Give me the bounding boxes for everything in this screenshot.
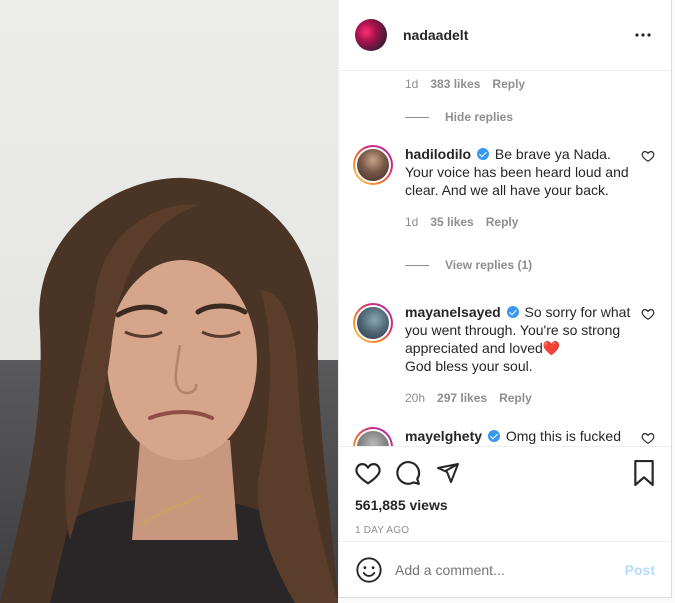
comment-button[interactable] [395,453,435,493]
like-button[interactable] [355,453,395,493]
comment-likes[interactable]: 383 likes [430,77,480,91]
bookmark-icon [634,460,654,486]
comment-item: mayanelsayed So sorry for what you went … [353,303,655,407]
post-video[interactable] [0,0,338,603]
view-replies-label: View replies (1) [445,258,533,272]
comment-input[interactable] [395,562,625,578]
commenter-username[interactable]: mayelghety [405,428,482,444]
comments-list[interactable]: 1d 383 likes Reply Hide replies hadilodi… [339,71,671,446]
comment-body-text: Omg this is fucked [505,428,621,444]
comment-icon [396,461,421,485]
share-icon [437,463,459,483]
commenter-avatar[interactable] [353,427,393,446]
action-icons-row [355,447,655,499]
post-header: nadaadelt [339,0,671,71]
view-count[interactable]: 561,885 views [355,497,655,513]
comment-meta: 20h 297 likes Reply [405,389,641,407]
commenter-avatar[interactable] [353,303,393,343]
commenter-username[interactable]: mayanelsayed [405,304,501,320]
add-comment-bar: Post [339,541,671,598]
comment-item: hadilodilo Be brave ya Nada. Your voice … [353,145,655,274]
video-person-figure [0,177,338,603]
verified-badge-icon [487,430,500,442]
save-button[interactable] [615,453,655,493]
like-comment-heart-icon[interactable] [641,149,655,163]
hide-replies-button[interactable]: Hide replies [405,110,513,124]
reply-button[interactable]: Reply [486,213,519,231]
comment-meta: 1d 383 likes Reply [405,77,537,91]
post-side-panel: nadaadelt 1d 383 likes Reply Hide replie… [338,0,672,598]
emoji-icon[interactable] [355,556,383,584]
view-replies-button[interactable]: View replies (1) [405,256,641,274]
hide-replies-label: Hide replies [445,110,514,124]
reply-button[interactable]: Reply [492,77,525,91]
comment-time: 1d [405,77,419,91]
share-button[interactable] [435,453,475,493]
more-options-button[interactable] [631,23,655,47]
author-avatar[interactable] [355,19,387,51]
verified-badge-icon [477,148,489,160]
comment-item: mayelghety Omg this is fucked [353,427,655,446]
commenter-username[interactable]: hadilodilo [405,146,471,162]
comment-meta: 1d 35 likes Reply [405,213,641,231]
like-comment-heart-icon[interactable] [641,431,655,445]
comment-time: 20h [405,391,426,405]
comment-text: hadilodilo Be brave ya Nada. Your voice … [405,145,641,199]
reply-button[interactable]: Reply [499,389,532,407]
comment-likes[interactable]: 297 likes [437,389,487,407]
replies-divider-line [405,116,429,118]
post-comment-button[interactable]: Post [625,562,655,578]
comment-text: mayanelsayed So sorry for what you went … [405,303,641,375]
post-timestamp: 1 DAY AGO [355,525,410,536]
like-comment-heart-icon[interactable] [641,307,655,321]
post-actions: 561,885 views 1 DAY AGO [339,446,671,536]
comment-likes[interactable]: 35 likes [430,213,473,231]
author-username[interactable]: nadaadelt [403,27,631,43]
comment-text: mayelghety Omg this is fucked [405,427,641,445]
comment-time: 1d [405,215,419,229]
verified-badge-icon [506,306,519,318]
commenter-avatar[interactable] [353,145,393,185]
red-heart-emoji: ❤️ [542,340,561,356]
more-icon [635,33,651,37]
comment-body-text: God bless your soul. [405,358,533,374]
heart-icon [355,463,381,485]
replies-divider-line [405,264,429,266]
